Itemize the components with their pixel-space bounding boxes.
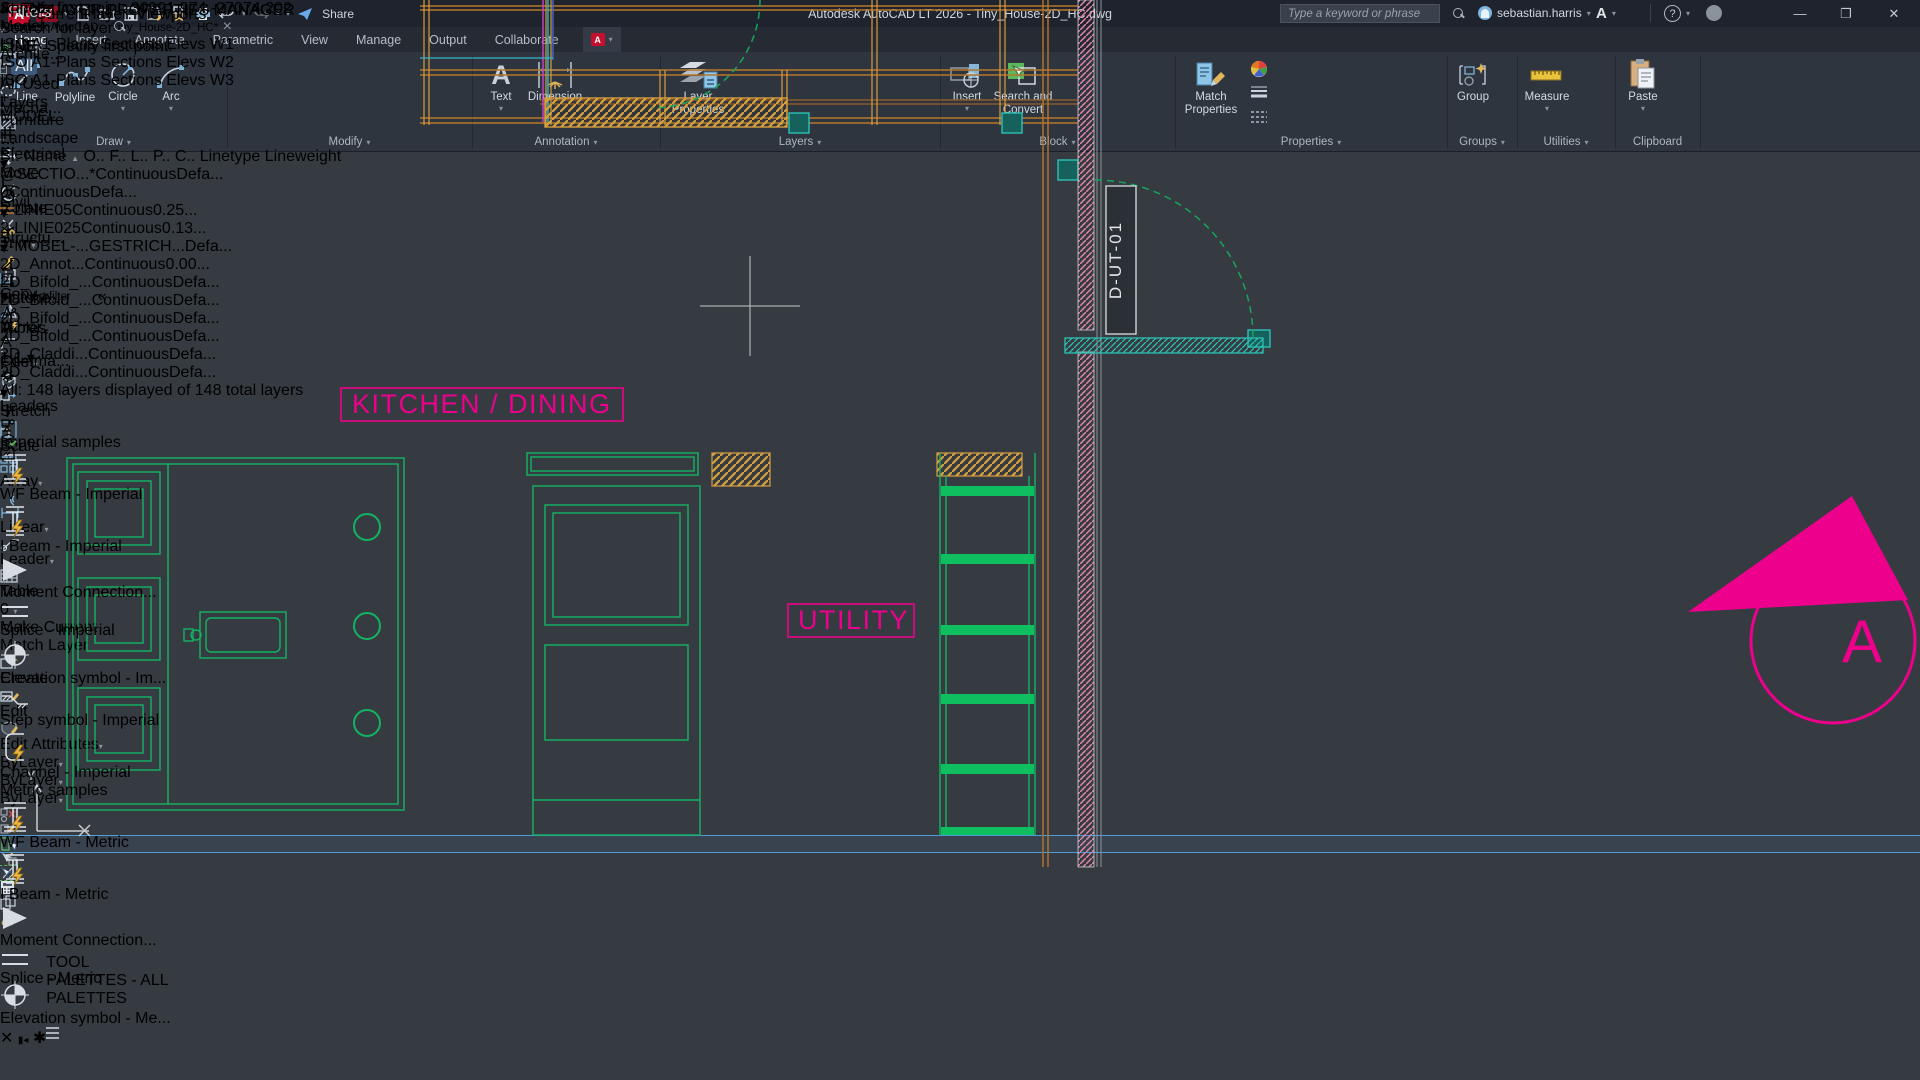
splice-icon (0, 602, 171, 622)
kitchen-label: KITCHEN / DINING (352, 389, 612, 419)
metric-samples-header: Metric samples (0, 782, 171, 800)
autocad-window: A LT ▾ ▾ ▾ ▾ Share Autodesk AutoCAD LT 2… (0, 0, 1920, 1080)
snap-toggle-icon[interactable] (0, 140, 234, 154)
detail-marker: A (1688, 496, 1915, 723)
door-tag: D-UT-01 (1106, 186, 1136, 334)
utility-lines (420, 0, 553, 122)
tool-palette-properties-icon[interactable]: ✱ (33, 1030, 46, 1047)
annotation-monitor-icon[interactable] (0, 403, 234, 418)
copy-clip-icon[interactable] (0, 895, 1920, 910)
layout-tab-w1[interactable]: ISO A1-Plans Sections Elevs W1 (0, 36, 234, 54)
scale-value[interactable]: 1:1 (0, 350, 22, 367)
moment-connection-icon (0, 904, 171, 932)
snap-caret-icon[interactable]: ▾ (0, 156, 8, 173)
grid-toggle-icon[interactable] (0, 126, 234, 140)
hatched-counter (712, 453, 770, 486)
settings-gear-icon[interactable] (0, 368, 234, 383)
utility-label: UTILITY (798, 605, 909, 635)
status-toggles: MODEL ▾ ▾ ▾ ▾ 1:1 ▾ ▾ (0, 108, 234, 460)
hatched-shelf-top (937, 453, 1022, 476)
otrack-toggle-icon[interactable] (0, 258, 234, 272)
door-tag-text: D-UT-01 (1106, 221, 1125, 299)
status-bar: Model ISO A1-Plans Sections Elevs W1 ISO… (0, 0, 234, 460)
i-beam-icon (0, 852, 171, 886)
ortho-toggle-icon[interactable] (0, 174, 234, 188)
tool-wf-beam-metric[interactable]: WF Beam - Metric (0, 800, 171, 852)
layout-tab-w3[interactable]: ISO A1-Plans Sections Elevs W3 (0, 72, 234, 90)
tool-i-beam-metric[interactable]: I Beam - Metric (0, 852, 171, 904)
utility-shelving (940, 453, 1035, 835)
autoscale-icon[interactable] (0, 320, 234, 334)
new-layout-button[interactable]: + (0, 90, 234, 108)
polar-tracking-icon[interactable] (0, 188, 234, 203)
osnap-caret-icon[interactable]: ▾ (0, 288, 8, 305)
kitchen-cabinets-middle (527, 453, 700, 835)
i-beam-icon (0, 504, 171, 538)
isodraft-toggle-icon[interactable] (0, 223, 234, 238)
id-point-icon[interactable] (0, 866, 1920, 880)
elevation-symbol-icon (0, 640, 171, 670)
polar-caret-icon[interactable]: ▾ (0, 205, 8, 222)
model-space-badge[interactable]: MODEL (0, 108, 57, 125)
tool-moment-connection-metric[interactable]: Moment Connection... (0, 904, 171, 950)
tool-i-beam-imperial[interactable]: I Beam - Imperial (0, 504, 171, 556)
tool-palette-grip-icon[interactable] (46, 1027, 59, 1040)
annotation-scale-icon[interactable] (0, 334, 234, 348)
tool-palette-titlebar: ✕ ▮◂ ✱ TOOL PALETTES - ALL PALETTES (0, 1028, 171, 1048)
model-tab[interactable]: Model (0, 18, 234, 36)
tool-step-symbol-imperial[interactable]: Step symbol - Imperial (0, 688, 171, 730)
hatched-beam (545, 98, 787, 127)
gear-caret-icon[interactable]: ▾ (0, 385, 8, 402)
wall-section (1043, 0, 1101, 867)
channel-icon (0, 730, 171, 764)
step-symbol-icon (0, 688, 171, 712)
door-leaf (1065, 338, 1263, 353)
door-posts (789, 113, 1270, 347)
tool-palette-autohide-icon[interactable]: ▮◂ (18, 1035, 29, 1046)
tool-palette-title: TOOL PALETTES - ALL PALETTES (46, 954, 170, 1008)
osnap-toggle-icon[interactable] (0, 272, 234, 286)
tool-splice-imperial[interactable]: Splice - Imperial (0, 602, 171, 640)
crosshair-cursor[interactable] (700, 256, 800, 356)
tool-palette-close-icon[interactable]: ✕ (0, 1030, 13, 1047)
moment-connection-icon (0, 556, 171, 584)
tool-channel-imperial[interactable]: Channel - Imperial (0, 730, 171, 782)
tool-moment-connection-imperial[interactable]: Moment Connection... (0, 556, 171, 602)
wf-beam-icon (0, 800, 171, 834)
col-lineweight[interactable]: Lineweight (265, 148, 342, 165)
isolate-objects-icon[interactable] (0, 418, 234, 432)
tool-elevation-symbol-imperial[interactable]: Elevation symbol - Im... (0, 640, 171, 688)
isodraft-caret-icon[interactable]: ▾ (0, 240, 8, 257)
door-swing-arcs (652, 0, 1253, 338)
annotation-visibility-icon[interactable] (0, 306, 234, 320)
detail-letter: A (1842, 608, 1882, 675)
tool-palette-body: Imperial samples WF Beam - Imperial I Be… (0, 434, 171, 1028)
cut-clip-icon[interactable] (0, 910, 1920, 925)
layout-tab-w2[interactable]: ISO A1-Plans Sections Elevs W2 (0, 54, 234, 72)
scale-caret-icon[interactable]: ▾ (27, 350, 35, 367)
quick-calc-icon[interactable] (0, 880, 1920, 895)
graphics-performance-icon[interactable] (0, 432, 234, 447)
clean-screen-icon[interactable] (0, 447, 234, 460)
